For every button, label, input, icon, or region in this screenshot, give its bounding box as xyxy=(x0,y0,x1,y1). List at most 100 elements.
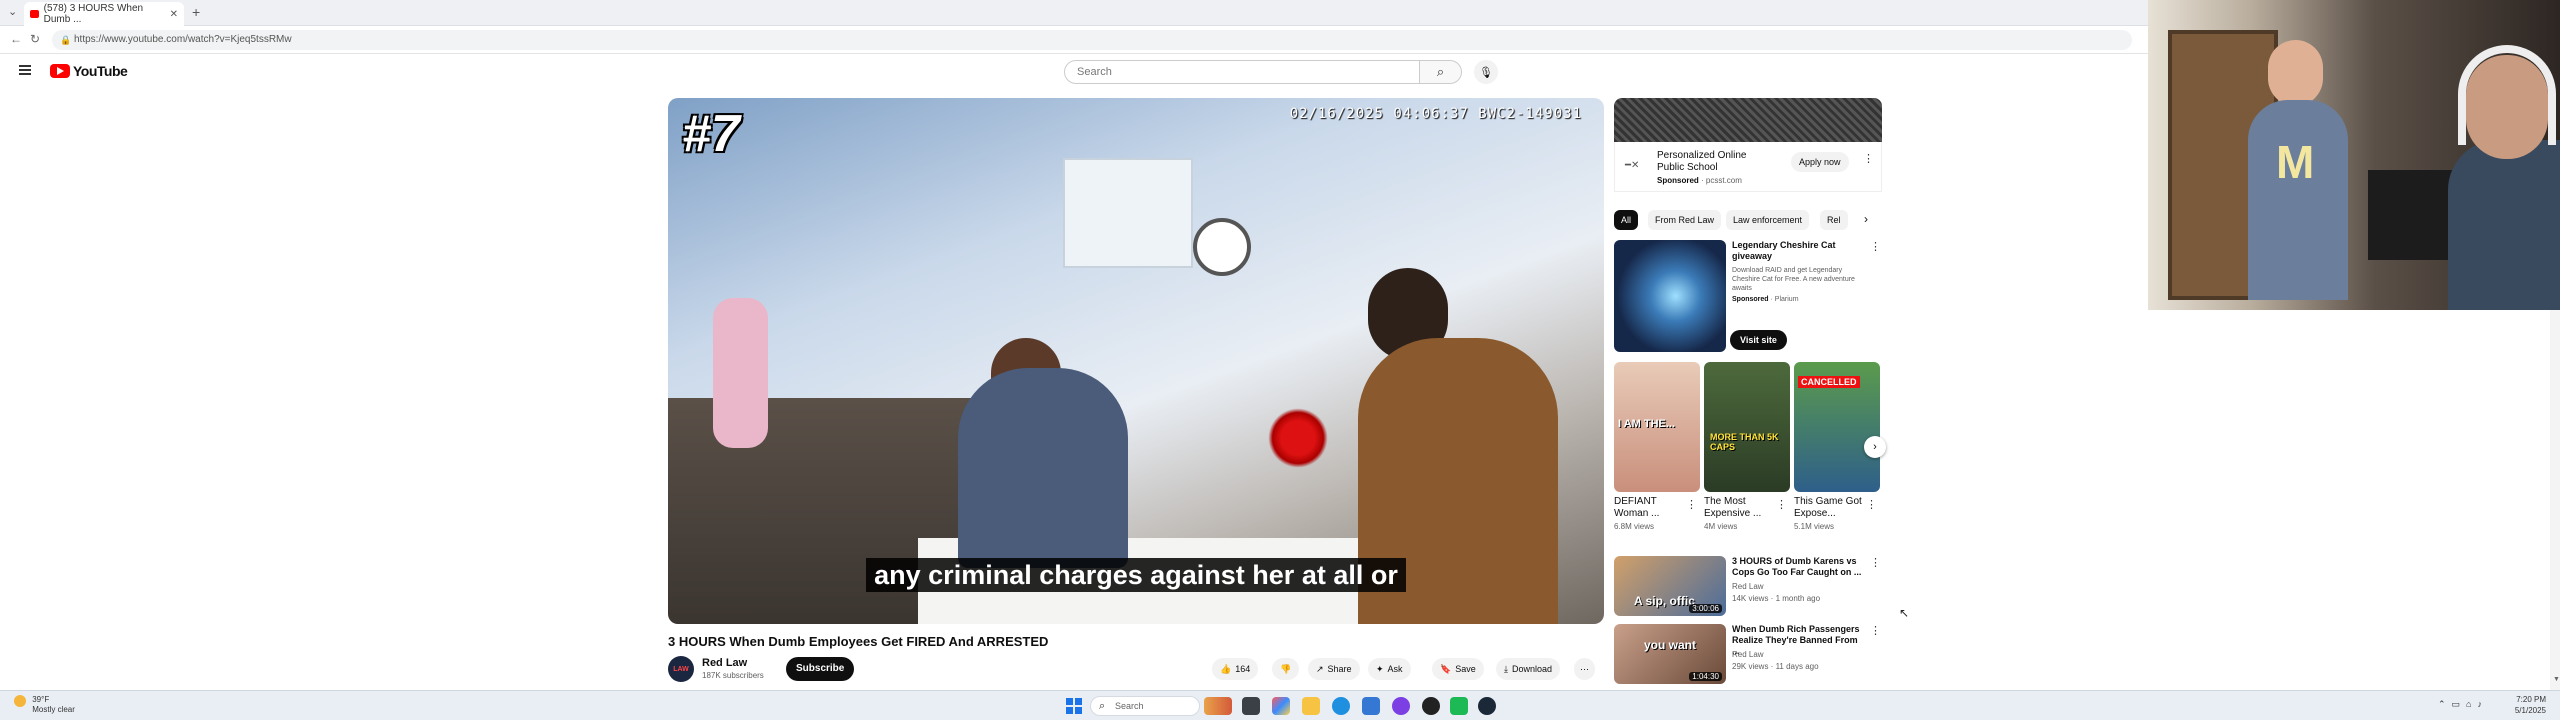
chips-next-icon[interactable]: › xyxy=(1864,212,1868,226)
sponsored-label: Sponsored xyxy=(1657,176,1699,185)
chip-related[interactable]: Rel xyxy=(1820,210,1848,230)
url-text: https://www.youtube.com/watch?v=Kjeq5tss… xyxy=(74,34,292,45)
apply-now-button[interactable]: Apply now xyxy=(1791,152,1849,172)
new-tab-button[interactable]: + xyxy=(192,4,200,20)
copilot-icon[interactable] xyxy=(1272,697,1290,715)
clock[interactable]: 7:20 PM 5/1/2025 xyxy=(2515,694,2546,716)
visit-site-button[interactable]: Visit site xyxy=(1730,330,1787,350)
browser-window: ⌄ (578) 3 HOURS When Dumb ... ✕ + ← ↻ 🔒 … xyxy=(0,0,2148,690)
ask-button[interactable]: ✦ Ask xyxy=(1368,658,1411,680)
ad-menu-icon[interactable]: ⋮ xyxy=(1863,152,1874,165)
back-button[interactable]: ← xyxy=(10,32,22,46)
short-item[interactable]: I AM THE... DEFIANT Woman ... 6.8M views… xyxy=(1614,362,1700,531)
youtube-header: YouTube Search ⌕ 🎙 xyxy=(0,54,2148,90)
menu-icon[interactable] xyxy=(19,65,31,75)
filter-chips: All From Red Law Law enforcement Rel xyxy=(1614,210,1882,230)
search-icon: ⌕ xyxy=(1436,64,1445,79)
person-seated xyxy=(958,368,1128,568)
ask-label: Ask xyxy=(1387,664,1403,674)
like-button[interactable]: 👍 164 xyxy=(1212,658,1259,680)
app-icon[interactable] xyxy=(1392,697,1410,715)
chip-from-red-law[interactable]: From Red Law xyxy=(1648,210,1722,230)
shorts-next-button[interactable]: › xyxy=(1864,436,1886,458)
tab-list-icon[interactable]: ⌄ xyxy=(8,5,17,18)
sponsored-thumbnail[interactable] xyxy=(1614,240,1726,352)
mic-icon: 🎙 xyxy=(1479,66,1493,79)
widget-icon[interactable] xyxy=(1204,697,1232,715)
youtube-favicon-icon xyxy=(30,10,39,18)
scroll-down-icon[interactable]: ▼ xyxy=(2553,676,2560,683)
taskbar-search[interactable]: Search xyxy=(1090,696,1200,716)
download-icon: ⤓ xyxy=(1504,663,1508,674)
voice-search-button[interactable]: 🎙 xyxy=(1474,60,1498,84)
save-button[interactable]: 🔖 Save xyxy=(1432,658,1484,680)
sponsored-meta: Sponsored · Plarium xyxy=(1732,296,1799,303)
short-thumbnail: MORE THAN 5K CAPS xyxy=(1704,362,1790,492)
download-button[interactable]: ⤓ Download xyxy=(1496,658,1561,680)
sponsored-menu-icon[interactable]: ⋮ xyxy=(1870,240,1881,253)
url-input[interactable]: 🔒 https://www.youtube.com/watch?v=Kjeq5t… xyxy=(52,30,2132,50)
thumbs-down-icon: 👎 xyxy=(1280,663,1292,674)
ad-card[interactable]: ━✕ Personalized Online Public School Spo… xyxy=(1614,142,1882,192)
advertiser-logo-icon: ━✕ xyxy=(1625,160,1640,171)
more-actions-button[interactable]: ⋯ xyxy=(1574,658,1595,680)
steam-icon[interactable] xyxy=(1478,697,1496,715)
close-tab-icon[interactable]: ✕ xyxy=(170,9,178,20)
share-icon: ↗ xyxy=(1316,663,1324,674)
video-thumbnail[interactable]: you want 1:04:30 xyxy=(1614,624,1726,684)
flowers xyxy=(1268,408,1328,468)
system-tray-icons[interactable]: ⌃▭⌂♪ xyxy=(2438,699,2488,710)
youtube-logo[interactable]: YouTube xyxy=(50,63,128,79)
store-icon[interactable] xyxy=(1362,697,1380,715)
thumb-text: A sip, offic xyxy=(1634,594,1695,608)
list-item[interactable]: A sip, offic 3:00:06 3 HOURS of Dumb Kar… xyxy=(1614,556,1882,616)
search-button[interactable]: ⌕ xyxy=(1420,60,1462,84)
chip-law-enforcement[interactable]: Law enforcement xyxy=(1726,210,1810,230)
video-overlay-number: #7 xyxy=(682,105,740,163)
channel-avatar[interactable]: LAW xyxy=(668,656,694,682)
short-thumb-text: I AM THE... xyxy=(1618,418,1676,430)
weather-temp: 39°F xyxy=(32,695,50,704)
short-item[interactable]: MORE THAN 5K CAPS The Most Expensive ...… xyxy=(1704,362,1790,531)
tab-title: (578) 3 HOURS When Dumb ... xyxy=(43,3,144,25)
video-item-meta: 29K views · 11 days ago xyxy=(1732,662,1819,671)
short-menu-icon[interactable]: ⋮ xyxy=(1776,498,1787,511)
list-item[interactable]: you want 1:04:30 When Dumb Rich Passenge… xyxy=(1614,624,1882,684)
short-menu-icon[interactable]: ⋮ xyxy=(1686,498,1697,511)
video-item-channel[interactable]: Red Law xyxy=(1732,582,1764,591)
sponsored-advertiser: · Plarium xyxy=(1770,296,1799,303)
start-button[interactable] xyxy=(1066,698,1082,714)
search-input[interactable]: Search xyxy=(1064,60,1420,84)
file-explorer-icon[interactable] xyxy=(1302,697,1320,715)
video-menu-icon[interactable]: ⋮ xyxy=(1870,556,1881,569)
video-thumbnail[interactable]: A sip, offic 3:00:06 xyxy=(1614,556,1726,616)
chip-all[interactable]: All xyxy=(1614,210,1639,230)
lock-icon: 🔒 xyxy=(60,35,72,45)
video-player[interactable]: #7 02/16/2025 04:06:37 BWC2-149031 any c… xyxy=(668,98,1604,624)
channel-row: LAW Red Law 187K subscribers Subscribe 👍… xyxy=(668,654,1604,684)
dislike-button[interactable]: 👎 xyxy=(1272,658,1300,680)
task-view-icon[interactable] xyxy=(1242,697,1260,715)
spotify-icon[interactable] xyxy=(1450,697,1468,715)
bookmark-icon: 🔖 xyxy=(1440,663,1452,674)
subscribe-button[interactable]: Subscribe xyxy=(786,657,855,681)
share-button[interactable]: ↗ Share xyxy=(1308,658,1360,680)
obs-icon[interactable] xyxy=(1422,697,1440,715)
channel-name[interactable]: Red Law xyxy=(702,657,747,669)
mouse-cursor-icon: ↖ xyxy=(1899,606,1910,620)
webcam-child xyxy=(2248,100,2348,300)
save-label: Save xyxy=(1455,664,1476,674)
short-menu-icon[interactable]: ⋮ xyxy=(1866,498,1877,511)
tab-bar: ⌄ (578) 3 HOURS When Dumb ... ✕ + xyxy=(0,0,2148,26)
weather-desc: Mostly clear xyxy=(32,705,75,714)
logo-text: YouTube xyxy=(73,63,128,79)
weather-widget[interactable]: 39°F Mostly clear xyxy=(14,695,75,715)
video-menu-icon[interactable]: ⋮ xyxy=(1870,624,1881,637)
active-tab[interactable]: (578) 3 HOURS When Dumb ... ✕ xyxy=(24,2,184,26)
ad-banner-image[interactable] xyxy=(1614,98,1882,142)
ad-sponsored: Sponsored · pcsst.com xyxy=(1657,176,1742,185)
reload-button[interactable]: ↻ xyxy=(30,32,40,46)
video-item-channel[interactable]: Red Law xyxy=(1732,650,1764,659)
edge-icon[interactable] xyxy=(1332,697,1350,715)
video-item-title: 3 HOURS of Dumb Karens vs Cops Go Too Fa… xyxy=(1732,556,1862,577)
